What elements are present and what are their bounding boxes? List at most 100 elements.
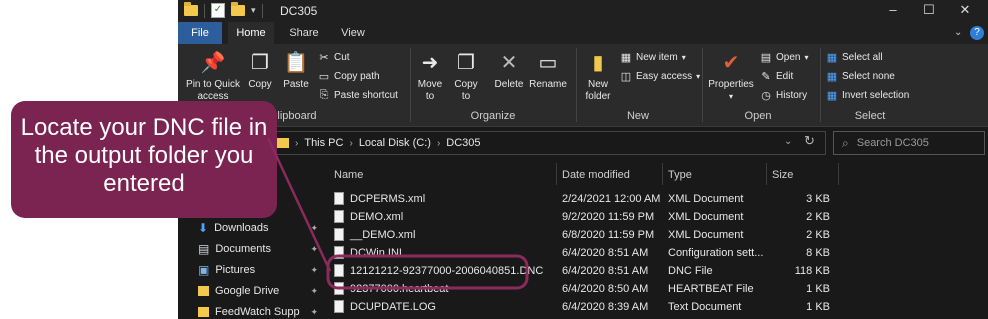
paste-shortcut-button[interactable]: ⎘ Paste shortcut bbox=[318, 89, 398, 101]
address-bar: › This PC › Local Disk (C:) › DC305 ⌄ ↻ … bbox=[178, 127, 988, 157]
new-item-button[interactable]: ▦ New item ▾ bbox=[620, 51, 686, 64]
nav-item-label: Pictures bbox=[215, 264, 256, 276]
easy-access-button[interactable]: ◫ Easy access ▾ bbox=[620, 70, 700, 83]
select-none-label: Select none bbox=[842, 70, 895, 82]
copy-path-label: Copy path bbox=[334, 70, 380, 82]
pin-icon: ✦ bbox=[310, 306, 318, 317]
search-input[interactable]: ⌕ Search DC305 bbox=[833, 131, 985, 155]
delete-button[interactable]: ✕ Delete bbox=[492, 50, 526, 91]
move-to-icon: ➜ bbox=[421, 52, 439, 74]
cut-label: Cut bbox=[334, 51, 350, 63]
new-folder-label: New folder bbox=[585, 79, 611, 102]
properties-icon[interactable]: ✓ bbox=[211, 3, 225, 18]
paste-button[interactable]: 📋 Paste bbox=[278, 50, 314, 91]
history-button[interactable]: ◷ History bbox=[760, 89, 808, 102]
file-row-dnc[interactable]: 12121212-92377000-2006040851.DNC 6/4/202… bbox=[328, 262, 988, 280]
tab-share[interactable]: Share bbox=[278, 22, 330, 44]
properties-button[interactable]: ✔ Properties ▾ bbox=[706, 50, 756, 103]
cut-button[interactable]: ✂ Cut bbox=[318, 51, 350, 64]
title-bar: ✓ ▾ DC305 – ☐ ✕ bbox=[178, 0, 988, 22]
ribbon: 📌 Pin to Quick access ❐ Copy 📋 Paste ✂ C… bbox=[178, 44, 988, 127]
file-row[interactable]: DCWin.INI 6/4/2020 8:51 AM Configuration… bbox=[328, 244, 988, 262]
customize-toolbar-icon[interactable]: ▾ bbox=[251, 5, 256, 16]
select-none-button[interactable]: ▦ Select none bbox=[826, 70, 895, 83]
rename-button[interactable]: ▭ Rename bbox=[528, 50, 568, 91]
file-row[interactable]: DEMO.xml 9/2/2020 11:59 PM XML Document … bbox=[328, 208, 988, 226]
open-icon: ▤ bbox=[760, 51, 772, 64]
column-divider[interactable] bbox=[556, 163, 557, 185]
text-file-icon bbox=[334, 300, 344, 313]
download-icon: ⬇ bbox=[198, 221, 209, 235]
tab-view[interactable]: View bbox=[330, 22, 376, 44]
breadcrumb-dc305[interactable]: DC305 bbox=[446, 137, 480, 149]
instruction-callout: Locate your DNC file in the output folde… bbox=[11, 101, 277, 218]
tab-file[interactable]: File bbox=[178, 22, 222, 44]
help-icon[interactable]: ? bbox=[970, 26, 984, 40]
nav-item-label: FeedWatch Supp bbox=[215, 306, 300, 318]
search-placeholder: Search DC305 bbox=[856, 137, 929, 149]
nav-item-pictures[interactable]: ▣ Pictures ✦ bbox=[198, 260, 324, 280]
nav-item-feedwatch[interactable]: FeedWatch Supp ✦ bbox=[198, 302, 324, 319]
file-date: 6/4/2020 8:51 AM bbox=[562, 247, 649, 259]
close-icon[interactable]: ✕ bbox=[950, 2, 980, 18]
chevron-down-icon: ▾ bbox=[804, 52, 809, 62]
copy-path-button[interactable]: ▭ Copy path bbox=[318, 70, 380, 83]
open-button[interactable]: ▤ Open ▾ bbox=[760, 51, 809, 64]
nav-item-documents[interactable]: ▤ Documents ✦ bbox=[198, 239, 324, 259]
file-list: Name Date modified Type Size DCPERMS.xml… bbox=[328, 157, 988, 319]
column-divider[interactable] bbox=[766, 163, 767, 185]
column-header-size[interactable]: Size bbox=[772, 165, 793, 185]
file-row[interactable]: __DEMO.xml 6/8/2020 11:59 PM XML Documen… bbox=[328, 226, 988, 244]
folder-icon bbox=[277, 138, 289, 148]
new-item-icon: ▦ bbox=[620, 51, 632, 64]
organize-group-label: Organize bbox=[470, 110, 516, 122]
nav-item-label: Google Drive bbox=[215, 285, 280, 297]
column-divider[interactable] bbox=[662, 163, 663, 185]
toolbar-divider bbox=[204, 3, 205, 18]
new-folder-button[interactable]: ▮ New folder bbox=[580, 50, 616, 103]
breadcrumb-this-pc[interactable]: This PC bbox=[304, 137, 343, 149]
file-row[interactable]: DCPERMS.xml 2/24/2021 12:00 AM XML Docum… bbox=[328, 190, 988, 208]
copy-button[interactable]: ❐ Copy bbox=[244, 50, 276, 91]
file-name: DCUPDATE.LOG bbox=[350, 301, 436, 313]
history-icon: ◷ bbox=[761, 89, 771, 102]
file-size: 2 KB bbox=[806, 229, 830, 241]
file-icon bbox=[334, 282, 344, 295]
file-row[interactable]: DCUPDATE.LOG 6/4/2020 8:39 AM Text Docum… bbox=[328, 298, 988, 316]
invert-selection-button[interactable]: ▦ Invert selection bbox=[826, 89, 909, 102]
ribbon-expand-icon[interactable]: ⌄ bbox=[954, 27, 962, 38]
nav-item-downloads[interactable]: ⬇ Downloads ✦ bbox=[198, 218, 324, 238]
open-label: Open bbox=[776, 51, 801, 63]
select-all-button[interactable]: ▦ Select all bbox=[826, 51, 883, 64]
invert-selection-icon: ▦ bbox=[826, 89, 838, 102]
edit-button[interactable]: ✎ Edit bbox=[760, 70, 793, 83]
column-header-date[interactable]: Date modified bbox=[562, 165, 630, 185]
move-to-button[interactable]: ➜ Move to bbox=[414, 50, 446, 103]
tab-home[interactable]: Home bbox=[228, 22, 274, 44]
select-all-label: Select all bbox=[842, 51, 883, 63]
pin-to-quick-access-button[interactable]: 📌 Pin to Quick access bbox=[182, 50, 244, 103]
column-divider[interactable] bbox=[838, 163, 839, 185]
breadcrumb-local-disk[interactable]: Local Disk (C:) bbox=[359, 137, 431, 149]
minimize-icon[interactable]: – bbox=[878, 2, 908, 17]
new-folder-icon[interactable] bbox=[231, 2, 245, 16]
easy-access-label: Easy access bbox=[636, 70, 693, 82]
move-to-label: Move to bbox=[417, 79, 443, 102]
copy-to-button[interactable]: ❐ Copy to bbox=[450, 50, 482, 103]
paste-icon: 📋 bbox=[283, 52, 309, 74]
file-row[interactable]: 92377000.heartbeat 6/4/2020 8:50 AM HEAR… bbox=[328, 280, 988, 298]
address-breadcrumb[interactable]: › This PC › Local Disk (C:) › DC305 bbox=[270, 131, 826, 155]
file-type: XML Document bbox=[668, 211, 744, 223]
address-dropdown-icon[interactable]: ⌄ bbox=[784, 136, 792, 147]
history-label: History bbox=[776, 89, 808, 101]
file-type: Text Document bbox=[668, 301, 742, 313]
nav-item-google-drive[interactable]: Google Drive ✦ bbox=[198, 281, 324, 301]
column-header-type[interactable]: Type bbox=[668, 165, 692, 185]
maximize-icon[interactable]: ☐ bbox=[914, 2, 944, 18]
column-header-name[interactable]: Name bbox=[334, 165, 363, 185]
refresh-icon[interactable]: ↻ bbox=[804, 133, 815, 149]
file-date: 2/24/2021 12:00 AM bbox=[562, 193, 661, 205]
file-type: Configuration sett... bbox=[668, 247, 764, 259]
rename-label: Rename bbox=[529, 79, 567, 90]
file-type: HEARTBEAT File bbox=[668, 283, 754, 295]
